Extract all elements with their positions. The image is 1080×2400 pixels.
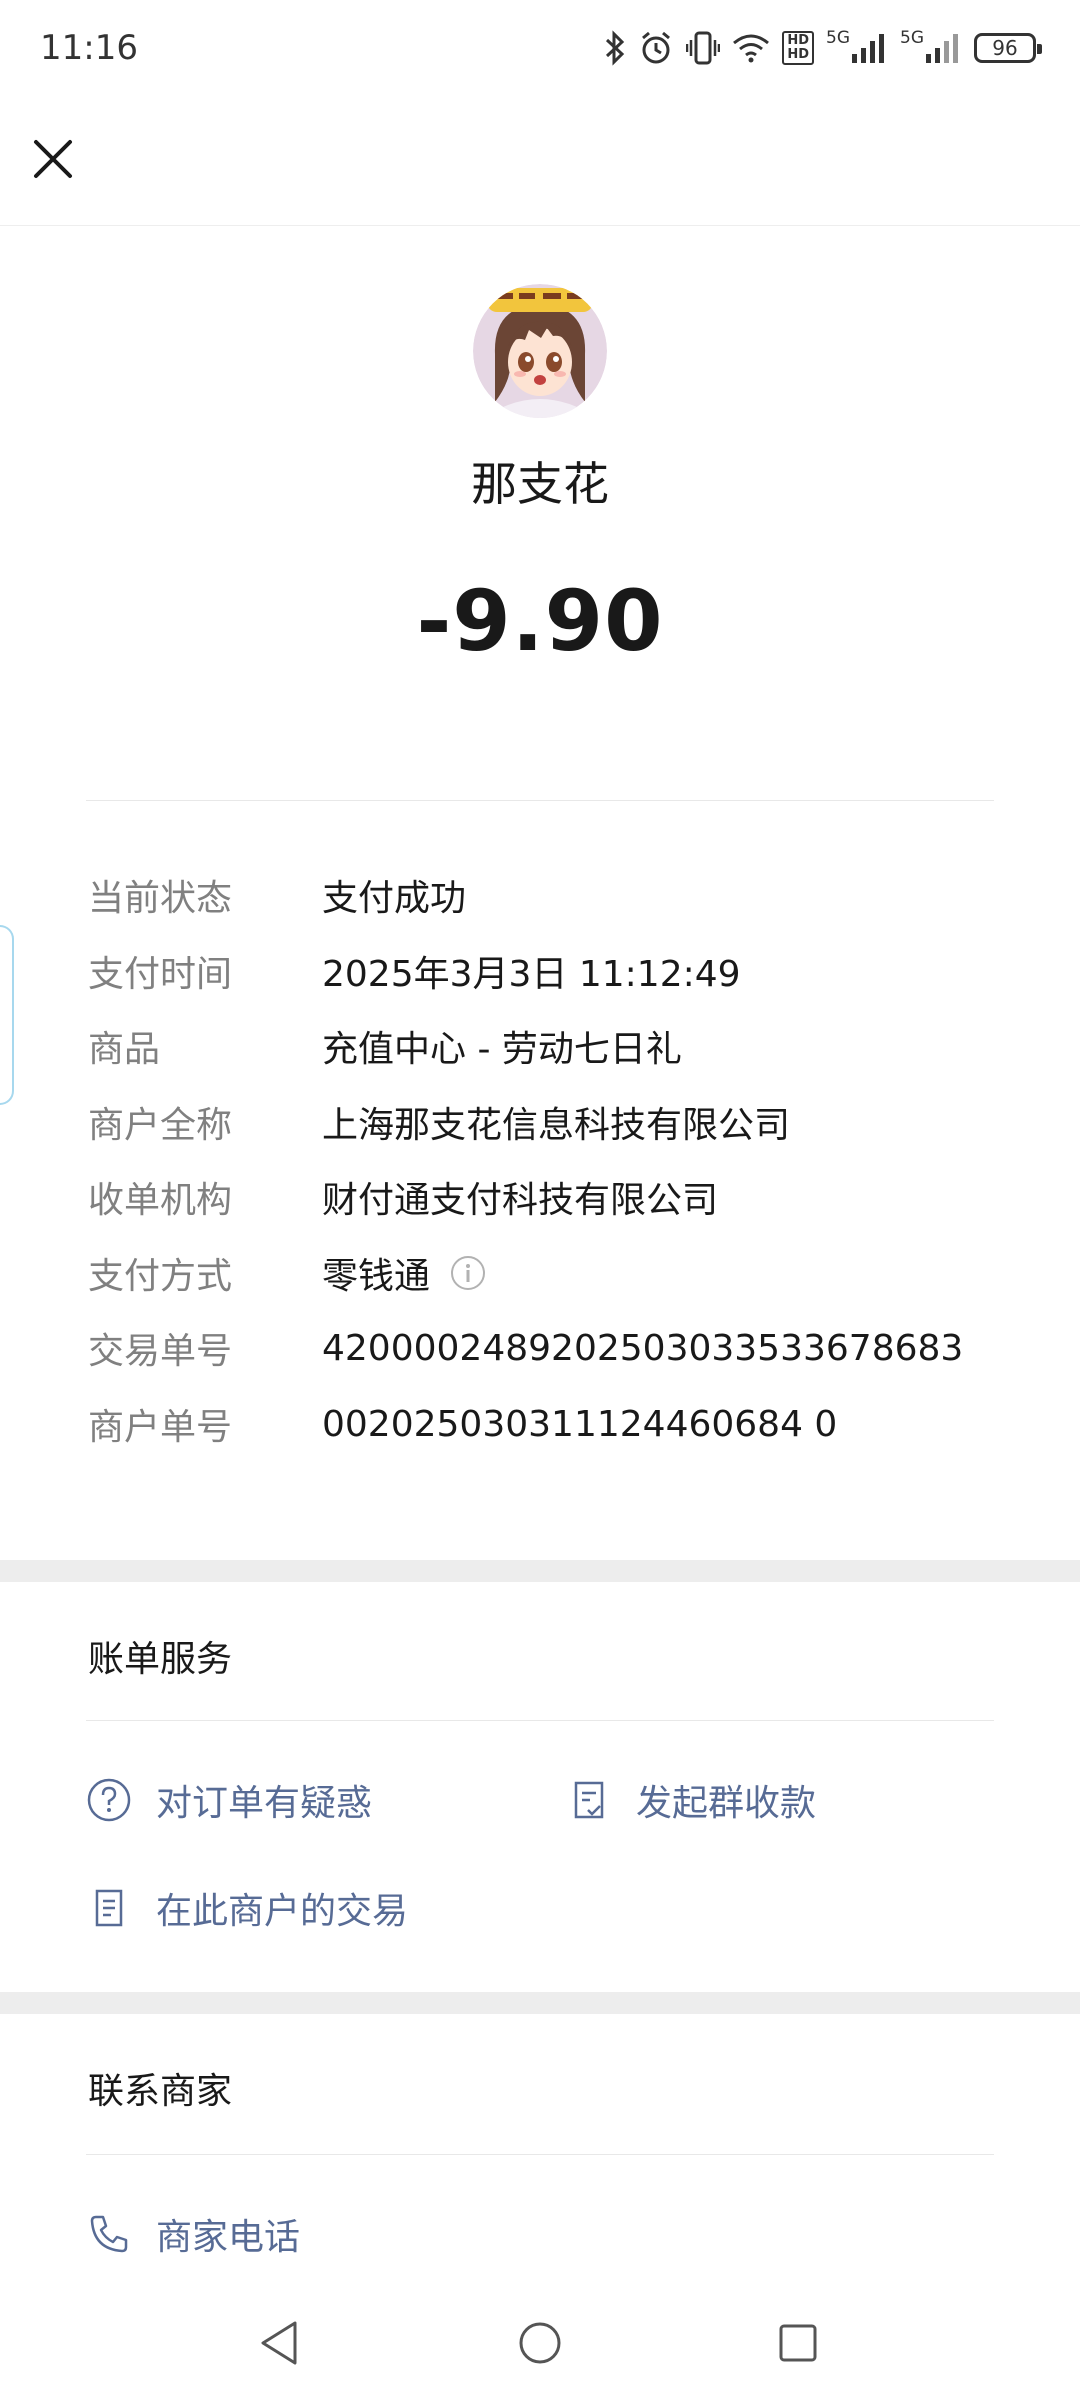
order-question-label: 对订单有疑惑: [156, 1783, 373, 1824]
merchant-phone-link[interactable]: 商家电话: [86, 2208, 300, 2260]
battery-indicator: 96: [974, 33, 1042, 63]
home-button[interactable]: [505, 2308, 575, 2378]
group-collect-label: 发起群收款: [636, 1783, 817, 1824]
home-circle-icon: [519, 2322, 561, 2364]
group-collect-link[interactable]: 发起群收款: [566, 1774, 816, 1826]
recents-button[interactable]: [763, 2308, 833, 2378]
contact-divider: [86, 2154, 994, 2155]
info-icon[interactable]: [450, 1255, 486, 1291]
detail-value: 零钱通: [322, 1247, 486, 1299]
section-separator: [0, 1560, 1080, 1582]
detail-row-product: 商品 充值中心 - 劳动七日礼: [88, 1016, 1008, 1076]
detail-value: 支付成功: [322, 878, 467, 919]
detail-label: 商品: [88, 1029, 161, 1070]
network-type-1: 5G: [826, 28, 850, 48]
detail-row-pay-time: 支付时间 2025年3月3日 11:12:49: [88, 941, 1008, 1001]
vibrate-icon: [686, 30, 721, 66]
bill-service-title: 账单服务: [88, 1639, 233, 1680]
status-bar: 11:16 HD HD 5G 5G 96: [0, 0, 1080, 96]
payment-amount: -9.90: [416, 572, 664, 670]
alarm-icon: [638, 30, 674, 66]
merchant-name: 那支花: [471, 457, 609, 511]
section-separator: [0, 1992, 1080, 2014]
detail-value[interactable]: 002025030311124460684 0: [322, 1404, 837, 1445]
detail-value: 2025年3月3日 11:12:49: [322, 954, 741, 995]
system-nav-bar: [0, 2290, 1080, 2400]
pay-method-text: 零钱通: [322, 1256, 431, 1297]
back-button[interactable]: [244, 2308, 314, 2378]
bluetooth-icon: [604, 30, 626, 66]
detail-label: 支付时间: [88, 954, 233, 995]
detail-row-status: 当前状态 支付成功: [88, 865, 1008, 925]
status-time: 11:16: [40, 28, 138, 68]
recents-square-icon: [779, 2324, 817, 2362]
detail-label: 支付方式: [88, 1256, 233, 1297]
document-icon: [95, 1889, 123, 1927]
bill-service-divider: [86, 1720, 994, 1721]
status-icons: HD HD 5G 5G 96: [604, 26, 1042, 70]
back-triangle-icon: [261, 2321, 297, 2365]
question-circle-icon: [87, 1778, 131, 1822]
close-button[interactable]: [22, 128, 84, 190]
detail-row-merchant-fullname: 商户全称 上海那支花信息科技有限公司: [88, 1092, 1008, 1152]
detail-row-transaction-id: 交易单号 4200002489202503033533678683: [88, 1318, 1008, 1378]
detail-row-acquirer: 收单机构 财付通支付科技有限公司: [88, 1167, 1008, 1227]
merchant-transactions-label: 在此商户的交易: [156, 1891, 409, 1932]
top-bar: [0, 96, 1080, 226]
detail-value[interactable]: 4200002489202503033533678683: [322, 1328, 963, 1369]
order-question-link[interactable]: 对订单有疑惑: [86, 1774, 372, 1826]
edge-handle[interactable]: [0, 925, 14, 1105]
detail-label: 收单机构: [88, 1180, 233, 1221]
detail-value: 充值中心 - 劳动七日礼: [322, 1029, 682, 1070]
signal-1-icon: 5G: [826, 28, 888, 64]
battery-level: 96: [992, 36, 1018, 60]
contact-title: 联系商家: [88, 2071, 233, 2112]
phone-icon: [90, 2215, 128, 2253]
detail-value: 财付通支付科技有限公司: [322, 1180, 719, 1221]
hd-badge: HD HD: [782, 31, 814, 65]
network-type-2: 5G: [900, 28, 924, 48]
wifi-icon: [732, 32, 770, 64]
signal-2-icon: 5G: [900, 28, 962, 64]
detail-label: 商户全称: [88, 1105, 233, 1146]
detail-divider: [86, 800, 994, 801]
detail-row-merchant-order-id: 商户单号 002025030311124460684 0: [88, 1394, 1008, 1454]
merchant-transactions-link[interactable]: 在此商户的交易: [86, 1882, 408, 1934]
detail-label: 当前状态: [88, 878, 233, 919]
detail-row-pay-method: 支付方式 零钱通: [88, 1243, 1008, 1303]
checklist-icon: [574, 1781, 604, 1819]
merchant-phone-label: 商家电话: [156, 2217, 301, 2258]
detail-label: 商户单号: [88, 1407, 233, 1448]
merchant-avatar: [473, 284, 607, 418]
detail-value: 上海那支花信息科技有限公司: [322, 1105, 791, 1146]
close-icon: [34, 140, 72, 178]
detail-label: 交易单号: [88, 1331, 233, 1372]
